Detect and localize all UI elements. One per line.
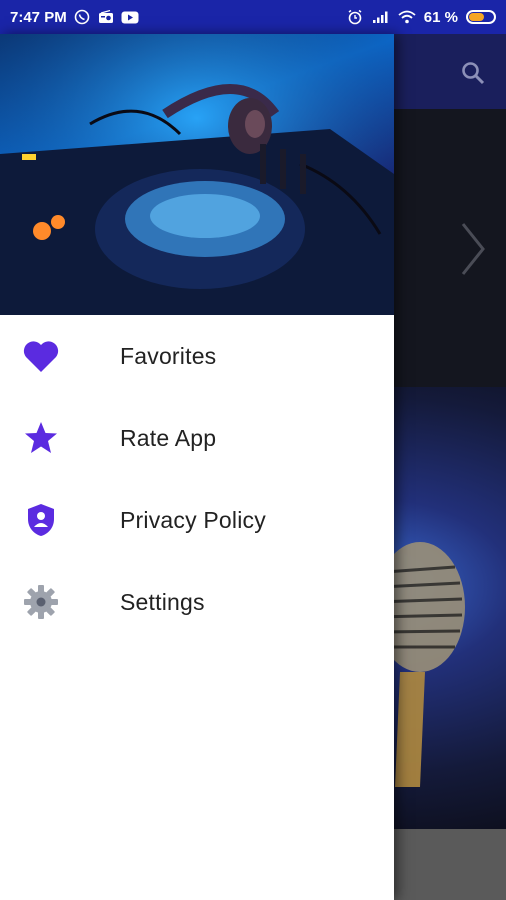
menu-item-settings[interactable]: Settings: [0, 561, 394, 643]
wifi-icon: [398, 8, 416, 26]
menu-item-label: Settings: [120, 588, 205, 615]
menu-item-label: Rate App: [120, 424, 217, 451]
battery-percentage: 61 %: [423, 8, 458, 26]
menu-item-privacy-policy[interactable]: Privacy Policy: [0, 479, 394, 561]
menu-item-favorites[interactable]: Favorites: [0, 315, 394, 397]
search-icon[interactable]: [460, 60, 486, 91]
status-time: 7:47 PM: [10, 8, 67, 26]
youtube-icon: [121, 8, 139, 26]
status-bar: 7:47 PM 61 %: [0, 0, 506, 34]
drawer-menu: Favorites Rate App Privacy Policy Settin…: [0, 315, 394, 643]
whatsapp-icon: [73, 8, 91, 26]
menu-item-rate-app[interactable]: Rate App: [0, 397, 394, 479]
star-icon: [22, 419, 60, 457]
signal-icon: [372, 8, 390, 26]
chevron-right-icon[interactable]: [458, 219, 488, 284]
shield-user-icon: [22, 501, 60, 539]
gear-icon: [22, 583, 60, 621]
battery-icon: [466, 10, 496, 24]
menu-item-label: Favorites: [120, 342, 217, 369]
dj-mixer-headphones-image: [0, 34, 394, 315]
alarm-icon: [346, 8, 364, 26]
navigation-drawer: Favorites Rate App Privacy Policy Settin…: [0, 34, 394, 900]
heart-icon: [22, 337, 60, 375]
menu-item-label: Privacy Policy: [120, 506, 266, 533]
radio-icon: [97, 8, 115, 26]
